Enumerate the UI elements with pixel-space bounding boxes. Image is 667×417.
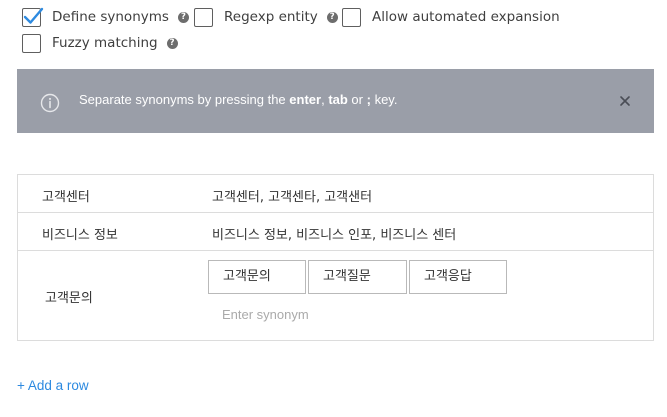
- option-allow-automated-expansion[interactable]: Allow automated expansion: [342, 6, 560, 28]
- option-define-synonyms[interactable]: Define synonyms ?: [22, 6, 189, 28]
- banner-key-tab: tab: [328, 92, 348, 107]
- fuzzy-matching-label: Fuzzy matching: [52, 35, 158, 51]
- define-synonyms-label: Define synonyms: [52, 9, 169, 25]
- banner-text-or: or: [347, 92, 367, 107]
- allow-automated-expansion-label: Allow automated expansion: [372, 9, 560, 25]
- synonym-chip[interactable]: 고객문의: [208, 260, 306, 294]
- info-icon: [40, 93, 60, 113]
- define-synonyms-help-icon[interactable]: ?: [177, 11, 189, 23]
- banner-key-enter: enter: [289, 92, 322, 107]
- synonym-input[interactable]: [212, 302, 462, 326]
- synonyms-table: 고객센터 고객센터, 고객센타, 고객샌터 비즈니스 정보 비즈니스 정보, 비…: [17, 174, 654, 341]
- entry-name: 고객센터: [42, 190, 90, 205]
- fuzzy-matching-help-icon[interactable]: ?: [166, 37, 178, 49]
- regexp-entity-help-icon[interactable]: ?: [326, 11, 338, 23]
- option-fuzzy-matching[interactable]: Fuzzy matching ?: [22, 32, 178, 54]
- close-icon[interactable]: [619, 95, 631, 107]
- entry-name: 비즈니스 정보: [42, 228, 118, 243]
- table-row[interactable]: 고객센터 고객센터, 고객센타, 고객샌터: [18, 175, 653, 213]
- info-banner: Separate synonyms by pressing the enter,…: [17, 69, 654, 133]
- entry-synonyms: 고객센터, 고객센타, 고객샌터: [212, 190, 373, 205]
- banner-text-before: Separate synonyms by pressing the: [79, 92, 290, 107]
- checkmark-icon: [23, 7, 44, 24]
- table-row[interactable]: 비즈니스 정보 비즈니스 정보, 비즈니스 인포, 비즈니스 센터: [18, 213, 653, 251]
- synonym-chip[interactable]: 고객응답: [409, 260, 507, 294]
- entry-synonyms: 비즈니스 정보, 비즈니스 인포, 비즈니스 센터: [212, 228, 457, 243]
- synonym-chip[interactable]: 고객질문: [308, 260, 407, 294]
- define-synonyms-checkbox[interactable]: [22, 7, 44, 27]
- banner-message: Separate synonyms by pressing the enter,…: [79, 92, 397, 107]
- fuzzy-matching-checkbox[interactable]: [22, 33, 41, 53]
- regexp-entity-label: Regexp entity: [224, 9, 318, 25]
- add-row-link[interactable]: + Add a row: [17, 378, 89, 393]
- banner-text-after: key.: [370, 92, 398, 107]
- option-regexp-entity[interactable]: Regexp entity ?: [194, 6, 338, 28]
- entry-name: 고객문의: [45, 291, 93, 306]
- table-row-editing[interactable]: 고객문의 고객문의 고객질문 고객응답: [18, 251, 653, 340]
- regexp-entity-checkbox[interactable]: [194, 7, 213, 27]
- allow-automated-expansion-checkbox[interactable]: [342, 7, 361, 27]
